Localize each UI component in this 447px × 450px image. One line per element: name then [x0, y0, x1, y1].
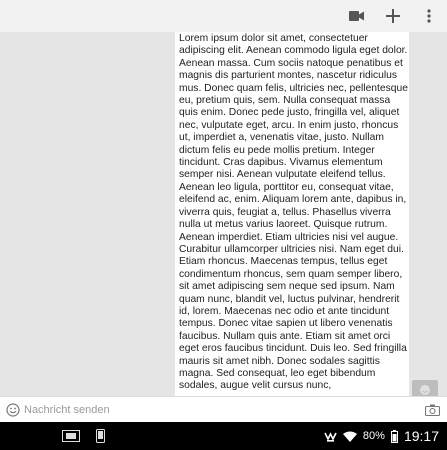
video-call-button[interactable] [339, 0, 375, 32]
camera-button[interactable] [425, 404, 447, 416]
wifi-icon [342, 431, 357, 442]
overflow-menu-icon [427, 9, 431, 23]
add-button[interactable] [375, 0, 411, 32]
clock: 19:17 [403, 428, 439, 444]
screenshot-button[interactable] [96, 429, 105, 443]
compose-bar [0, 396, 447, 423]
smiley-icon [420, 385, 430, 395]
message-text: Lorem ipsum dolor sit amet, consectetuer… [179, 33, 408, 392]
message-bubble[interactable]: Lorem ipsum dolor sit amet, consectetuer… [175, 32, 409, 396]
scroll-down-button[interactable] [412, 380, 438, 396]
system-bar: 80% 19:17 [0, 422, 447, 450]
conversation-area[interactable]: Lorem ipsum dolor sit amet, consectetuer… [0, 32, 447, 396]
phone-icon [96, 429, 105, 443]
battery-percentage: 80% [362, 430, 385, 442]
camera-icon [425, 404, 440, 416]
recent-apps-icon [62, 430, 80, 442]
action-bar [0, 0, 447, 32]
recent-apps-button[interactable] [62, 430, 80, 442]
emoji-icon [6, 403, 20, 417]
emoji-button[interactable] [0, 403, 20, 417]
plus-icon [386, 9, 400, 23]
overflow-menu-button[interactable] [411, 0, 447, 32]
video-camera-icon [349, 11, 364, 21]
battery-icon [390, 429, 398, 443]
notification-icon [324, 431, 337, 442]
message-input[interactable] [20, 404, 425, 416]
